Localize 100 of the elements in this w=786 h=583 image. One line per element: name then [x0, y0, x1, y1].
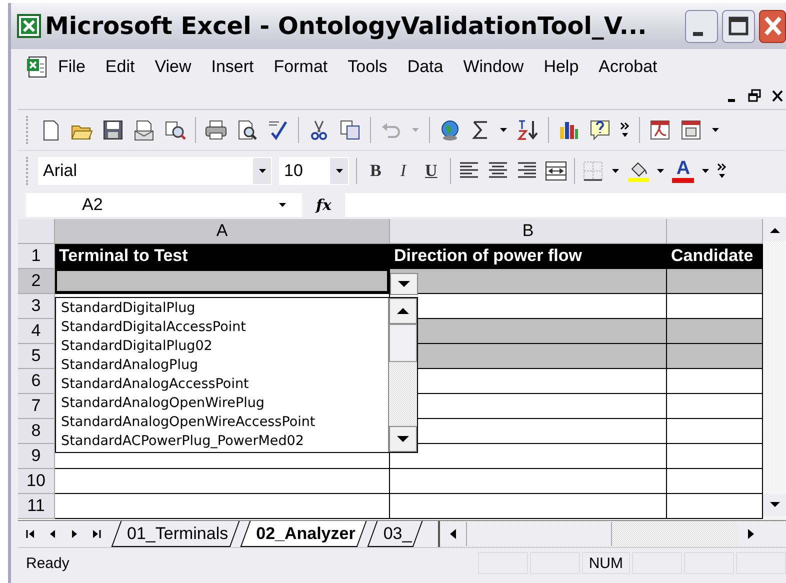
next-sheet-icon[interactable]: [70, 529, 79, 539]
scroll-left-icon[interactable]: [448, 528, 457, 540]
italic-button[interactable]: I: [394, 161, 412, 181]
scroll-right-icon[interactable]: [747, 528, 755, 540]
row-header[interactable]: 5: [18, 344, 55, 369]
chevron-icon[interactable]: [717, 162, 728, 180]
close-icon[interactable]: [771, 89, 784, 103]
row-header[interactable]: 11: [18, 494, 55, 519]
first-sheet-icon[interactable]: [26, 529, 35, 539]
list-option[interactable]: StandardAnalogPlug: [61, 356, 388, 375]
table-cell[interactable]: [667, 469, 763, 494]
pdf-document-icon[interactable]: [680, 119, 702, 141]
spelling-icon[interactable]: [267, 119, 289, 141]
list-option[interactable]: StandardDigitalPlug02: [61, 337, 388, 356]
list-option[interactable]: StandardAnalogOpenWirePlug: [61, 394, 388, 413]
row-header[interactable]: 9: [18, 444, 55, 469]
minimize-icon[interactable]: [685, 10, 718, 42]
bar-chart-icon[interactable]: [558, 119, 580, 141]
table-cell[interactable]: [390, 444, 667, 469]
restore-icon[interactable]: [748, 89, 761, 103]
row-header[interactable]: 3: [18, 294, 55, 319]
menu-item[interactable]: Edit: [95, 54, 145, 80]
menu-item[interactable]: View: [144, 54, 202, 80]
menu-item[interactable]: Insert: [201, 54, 264, 80]
table-cell[interactable]: [667, 419, 763, 444]
insert-function-button[interactable]: fx: [310, 196, 338, 214]
menu-item[interactable]: Help: [534, 54, 589, 80]
dropdown-arrow-icon[interactable]: [397, 280, 411, 288]
dropdown-list[interactable]: [55, 297, 418, 453]
list-option[interactable]: StandardDigitalAccessPoint: [61, 318, 388, 337]
sigma-icon[interactable]: [470, 119, 490, 141]
caret-icon[interactable]: [656, 167, 666, 175]
sheet-tab[interactable]: 03_: [367, 521, 424, 547]
column-header[interactable]: A: [55, 219, 390, 244]
horizontal-scrollbar[interactable]: [438, 521, 786, 547]
maximize-icon[interactable]: [722, 10, 755, 42]
sheet-tab[interactable]: 02_Analyzer: [240, 521, 368, 547]
caret-icon[interactable]: [701, 167, 710, 175]
bold-button[interactable]: B: [364, 161, 388, 181]
print-icon[interactable]: [205, 119, 227, 141]
table-cell[interactable]: [55, 469, 390, 494]
help-icon[interactable]: [589, 119, 611, 141]
borders-icon[interactable]: [582, 160, 604, 182]
menu-item[interactable]: Tools: [338, 54, 398, 80]
merge-center-icon[interactable]: [545, 160, 568, 182]
menu-item[interactable]: Window: [453, 54, 534, 80]
scroll-up-icon[interactable]: [768, 226, 780, 234]
globe-icon[interactable]: [439, 119, 461, 141]
sort-ascending-icon[interactable]: [517, 119, 539, 141]
row-header[interactable]: 6: [18, 369, 55, 394]
font-color-button[interactable]: A: [672, 160, 694, 182]
table-cell[interactable]: [667, 294, 763, 319]
menu-item[interactable]: Format: [264, 54, 338, 80]
caret-icon[interactable]: [499, 126, 508, 134]
sheet-tab[interactable]: 01_Terminals: [111, 521, 240, 547]
table-cell[interactable]: [390, 469, 667, 494]
pdf-document-icon[interactable]: [649, 119, 671, 141]
underline-button[interactable]: U: [419, 161, 444, 181]
fill-color-icon[interactable]: [627, 160, 650, 182]
scissors-icon[interactable]: [308, 119, 330, 141]
previous-sheet-icon[interactable]: [48, 529, 57, 539]
table-cell[interactable]: [667, 369, 763, 394]
row-header[interactable]: 1: [18, 244, 55, 269]
table-cell[interactable]: [667, 269, 763, 294]
row-header[interactable]: 2: [18, 269, 55, 294]
dropdown-arrow-icon[interactable]: [334, 167, 344, 175]
mail-icon[interactable]: [133, 119, 155, 141]
font-size-field[interactable]: 10: [279, 157, 349, 185]
scroll-down-icon[interactable]: [768, 501, 780, 509]
table-cell[interactable]: [55, 494, 390, 519]
row-header[interactable]: 8: [18, 419, 55, 444]
dropdown-arrow-icon[interactable]: [258, 167, 266, 175]
list-option[interactable]: StandardAnalogOpenWireAccessPoint: [61, 413, 388, 432]
table-cell[interactable]: [390, 494, 667, 519]
menu-item[interactable]: File: [48, 54, 96, 80]
scroll-up-icon[interactable]: [396, 307, 410, 315]
dropdown-arrow-icon[interactable]: [278, 201, 286, 209]
row-header[interactable]: 10: [18, 469, 55, 494]
name-box[interactable]: A2: [26, 193, 302, 217]
save-icon[interactable]: [102, 119, 124, 141]
table-cell[interactable]: [390, 269, 667, 294]
list-scrollbar[interactable]: [388, 298, 417, 452]
dropdown-button[interactable]: [390, 273, 418, 295]
table-cell[interactable]: [667, 344, 763, 369]
menu-item[interactable]: Acrobat: [588, 54, 668, 80]
last-sheet-icon[interactable]: [92, 529, 101, 539]
copy-icon[interactable]: [339, 119, 361, 141]
row-header[interactable]: 7: [18, 394, 55, 419]
list-option[interactable]: StandardACPowerPlug_PowerMed02: [61, 432, 388, 451]
table-cell[interactable]: [667, 394, 763, 419]
list-option[interactable]: StandardDigitalPlug: [61, 299, 388, 318]
vertical-scrollbar[interactable]: [763, 219, 786, 520]
caret-icon[interactable]: [611, 167, 620, 175]
font-name-field[interactable]: Arial: [38, 157, 272, 185]
menu-item[interactable]: Data: [397, 54, 454, 80]
list-option[interactable]: StandardAnalogAccessPoint: [61, 375, 388, 394]
table-cell[interactable]: [667, 494, 763, 519]
close-icon[interactable]: [759, 10, 786, 42]
table-cell[interactable]: [55, 269, 390, 294]
scroll-thumb[interactable]: [389, 324, 417, 362]
